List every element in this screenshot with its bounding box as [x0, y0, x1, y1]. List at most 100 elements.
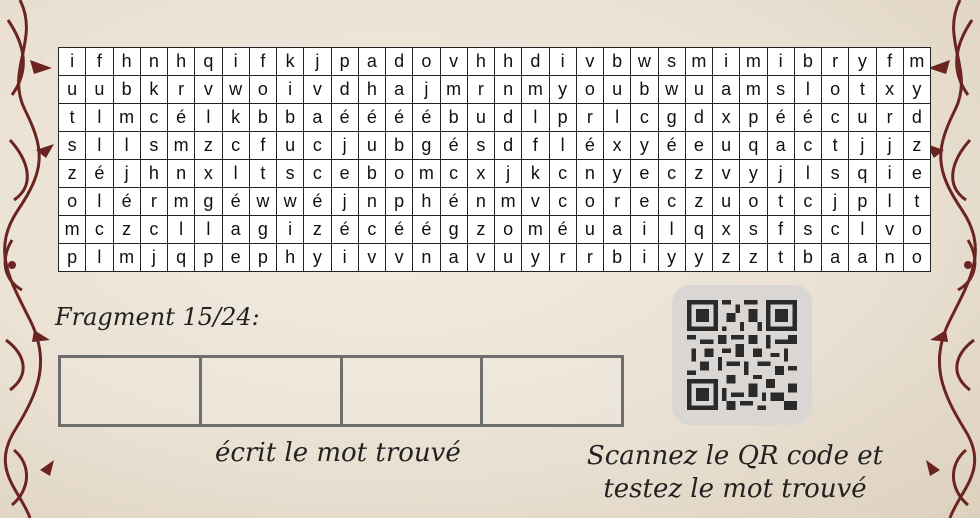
- grid-cell[interactable]: m: [166, 131, 196, 160]
- grid-cell[interactable]: b: [384, 131, 414, 160]
- grid-cell[interactable]: i: [875, 159, 904, 188]
- grid-cell[interactable]: y: [684, 243, 714, 272]
- grid-cell[interactable]: r: [575, 103, 605, 132]
- grid-cell[interactable]: y: [739, 159, 768, 188]
- grid-cell[interactable]: u: [357, 131, 387, 160]
- grid-cell[interactable]: p: [739, 103, 768, 132]
- grid-cell[interactable]: u: [848, 103, 877, 132]
- grid-cell[interactable]: l: [194, 103, 223, 132]
- grid-cell[interactable]: f: [875, 47, 904, 76]
- grid-cell[interactable]: y: [657, 243, 686, 272]
- grid-cell[interactable]: c: [303, 131, 332, 160]
- grid-cell[interactable]: é: [439, 131, 468, 160]
- grid-cell[interactable]: c: [303, 159, 332, 188]
- grid-cell[interactable]: x: [711, 215, 741, 244]
- grid-cell[interactable]: s: [820, 159, 850, 188]
- grid-cell[interactable]: v: [711, 159, 741, 188]
- answer-box-4[interactable]: [483, 358, 621, 424]
- grid-cell[interactable]: g: [248, 215, 278, 244]
- grid-cell[interactable]: v: [466, 243, 496, 272]
- grid-cell[interactable]: j: [330, 187, 359, 216]
- grid-cell[interactable]: i: [275, 215, 305, 244]
- grid-cell[interactable]: g: [439, 215, 468, 244]
- grid-cell[interactable]: f: [85, 47, 114, 76]
- grid-cell[interactable]: c: [820, 103, 850, 132]
- grid-cell[interactable]: x: [875, 75, 904, 104]
- grid-cell[interactable]: v: [384, 243, 414, 272]
- grid-cell[interactable]: a: [711, 75, 741, 104]
- grid-cell[interactable]: é: [548, 215, 577, 244]
- grid-cell[interactable]: a: [848, 243, 877, 272]
- grid-cell[interactable]: y: [548, 75, 577, 104]
- grid-cell[interactable]: z: [739, 243, 768, 272]
- grid-cell[interactable]: t: [57, 103, 87, 132]
- grid-cell[interactable]: c: [793, 187, 823, 216]
- grid-cell[interactable]: z: [303, 215, 332, 244]
- grid-cell[interactable]: h: [112, 47, 141, 76]
- grid-cell[interactable]: a: [766, 131, 795, 160]
- grid-cell[interactable]: j: [766, 159, 795, 188]
- grid-cell[interactable]: b: [439, 103, 468, 132]
- grid-cell[interactable]: r: [820, 47, 850, 76]
- grid-cell[interactable]: u: [711, 187, 741, 216]
- grid-cell[interactable]: l: [875, 187, 904, 216]
- grid-cell[interactable]: w: [630, 47, 659, 76]
- grid-cell[interactable]: x: [602, 131, 632, 160]
- grid-cell[interactable]: j: [412, 75, 441, 104]
- grid-cell[interactable]: p: [194, 243, 223, 272]
- grid-cell[interactable]: i: [766, 47, 795, 76]
- grid-cell[interactable]: p: [57, 243, 87, 272]
- grid-cell[interactable]: n: [493, 75, 523, 104]
- grid-cell[interactable]: f: [521, 131, 550, 160]
- grid-cell[interactable]: v: [194, 75, 223, 104]
- grid-cell[interactable]: y: [902, 75, 932, 104]
- answer-box-1[interactable]: [61, 358, 202, 424]
- grid-cell[interactable]: u: [493, 243, 523, 272]
- grid-cell[interactable]: q: [166, 243, 196, 272]
- grid-cell[interactable]: d: [521, 47, 550, 76]
- grid-cell[interactable]: d: [684, 103, 714, 132]
- grid-cell[interactable]: é: [112, 187, 141, 216]
- grid-cell[interactable]: l: [602, 103, 632, 132]
- grid-cell[interactable]: h: [357, 75, 387, 104]
- grid-cell[interactable]: v: [521, 187, 550, 216]
- grid-cell[interactable]: j: [112, 159, 141, 188]
- grid-cell[interactable]: u: [711, 131, 741, 160]
- grid-cell[interactable]: z: [112, 215, 141, 244]
- grid-cell[interactable]: j: [139, 243, 169, 272]
- grid-cell[interactable]: u: [575, 215, 605, 244]
- grid-cell[interactable]: c: [820, 215, 850, 244]
- grid-cell[interactable]: i: [57, 47, 87, 76]
- grid-cell[interactable]: t: [848, 75, 877, 104]
- grid-cell[interactable]: x: [194, 159, 223, 188]
- grid-cell[interactable]: y: [848, 47, 877, 76]
- grid-cell[interactable]: y: [521, 243, 550, 272]
- grid-cell[interactable]: h: [412, 187, 441, 216]
- grid-cell[interactable]: l: [194, 215, 223, 244]
- grid-cell[interactable]: n: [875, 243, 904, 272]
- grid-cell[interactable]: y: [303, 243, 332, 272]
- grid-cell[interactable]: é: [303, 187, 332, 216]
- grid-cell[interactable]: u: [85, 75, 114, 104]
- grid-cell[interactable]: é: [439, 187, 468, 216]
- grid-cell[interactable]: w: [657, 75, 686, 104]
- grid-cell[interactable]: v: [575, 47, 605, 76]
- grid-cell[interactable]: b: [793, 47, 823, 76]
- grid-cell[interactable]: n: [357, 187, 387, 216]
- grid-cell[interactable]: j: [875, 131, 904, 160]
- grid-cell[interactable]: c: [630, 103, 659, 132]
- grid-cell[interactable]: q: [684, 215, 714, 244]
- grid-cell[interactable]: s: [466, 131, 496, 160]
- grid-cell[interactable]: z: [902, 131, 932, 160]
- grid-cell[interactable]: y: [602, 159, 632, 188]
- grid-cell[interactable]: s: [139, 131, 169, 160]
- grid-cell[interactable]: b: [112, 75, 141, 104]
- grid-cell[interactable]: e: [630, 159, 659, 188]
- grid-cell[interactable]: c: [139, 215, 169, 244]
- grid-cell[interactable]: t: [248, 159, 278, 188]
- grid-cell[interactable]: o: [248, 75, 278, 104]
- grid-cell[interactable]: u: [57, 75, 87, 104]
- grid-cell[interactable]: h: [166, 47, 196, 76]
- grid-cell[interactable]: z: [466, 215, 496, 244]
- grid-cell[interactable]: r: [466, 75, 496, 104]
